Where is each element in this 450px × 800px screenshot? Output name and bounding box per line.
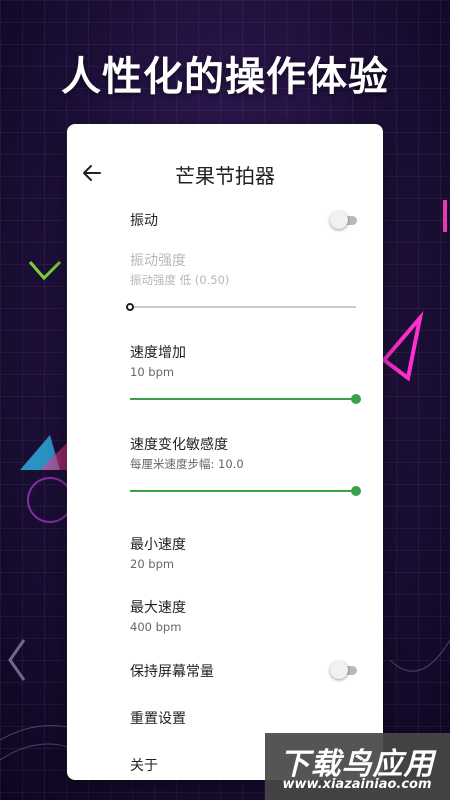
slider-thumb [126, 303, 134, 311]
speed-increase-slider[interactable] [130, 393, 361, 405]
watermark-url: www.xiazainiao.com [282, 777, 432, 792]
setting-speed-increase[interactable]: 速度增加 10 bpm [130, 344, 186, 380]
setting-label: 保持屏幕常量 [130, 664, 214, 680]
settings-screen: 芒果节拍器 振动 振动强度 振动强度 低 (0.50) 速度增加 10 bpm … [67, 124, 383, 780]
setting-summary: 振动强度 低 (0.50) [130, 273, 230, 287]
vibration-toggle[interactable] [330, 210, 358, 230]
toggle-knob [330, 661, 348, 679]
setting-label: 关于 [130, 758, 158, 774]
setting-summary: 20 bpm [130, 557, 175, 571]
setting-vibration[interactable]: 振动 [130, 212, 158, 230]
slider-fill [130, 398, 356, 400]
setting-max-speed[interactable]: 最大速度 400 bpm [130, 599, 186, 635]
setting-summary: 10 bpm [130, 365, 175, 379]
setting-reset[interactable]: 重置设置 [130, 710, 186, 728]
setting-summary: 每厘米速度步幅: 10.0 [130, 457, 244, 471]
setting-label: 振动 [130, 213, 158, 229]
app-bar: 芒果节拍器 [67, 124, 383, 220]
setting-speed-sensitivity[interactable]: 速度变化敏感度 每厘米速度步幅: 10.0 [130, 436, 244, 472]
setting-keep-screen-on[interactable]: 保持屏幕常量 [130, 663, 214, 681]
screen-title: 芒果节拍器 [175, 164, 275, 188]
setting-label: 最小速度 [130, 537, 186, 553]
setting-min-speed[interactable]: 最小速度 20 bpm [130, 536, 186, 572]
setting-label: 速度变化敏感度 [130, 437, 228, 453]
setting-label: 最大速度 [130, 600, 186, 616]
slider-rail [130, 306, 356, 308]
setting-summary: 400 bpm [130, 620, 182, 634]
setting-about[interactable]: 关于 [130, 757, 158, 775]
vibration-strength-slider [126, 301, 356, 313]
watermark-logo: 下载鸟应用 www.xiazainiao.com [265, 733, 450, 800]
speed-sensitivity-slider[interactable] [130, 485, 361, 497]
keep-screen-on-toggle[interactable] [330, 660, 358, 680]
setting-label: 速度增加 [130, 345, 186, 361]
slider-thumb[interactable] [351, 486, 361, 496]
toggle-knob [330, 211, 348, 229]
setting-label: 振动强度 [130, 253, 186, 269]
promo-headline: 人性化的操作体验 [61, 54, 389, 100]
slider-fill [130, 490, 356, 492]
slider-thumb[interactable] [351, 394, 361, 404]
setting-label: 重置设置 [130, 711, 186, 727]
setting-vibration-strength: 振动强度 振动强度 低 (0.50) [130, 252, 229, 288]
